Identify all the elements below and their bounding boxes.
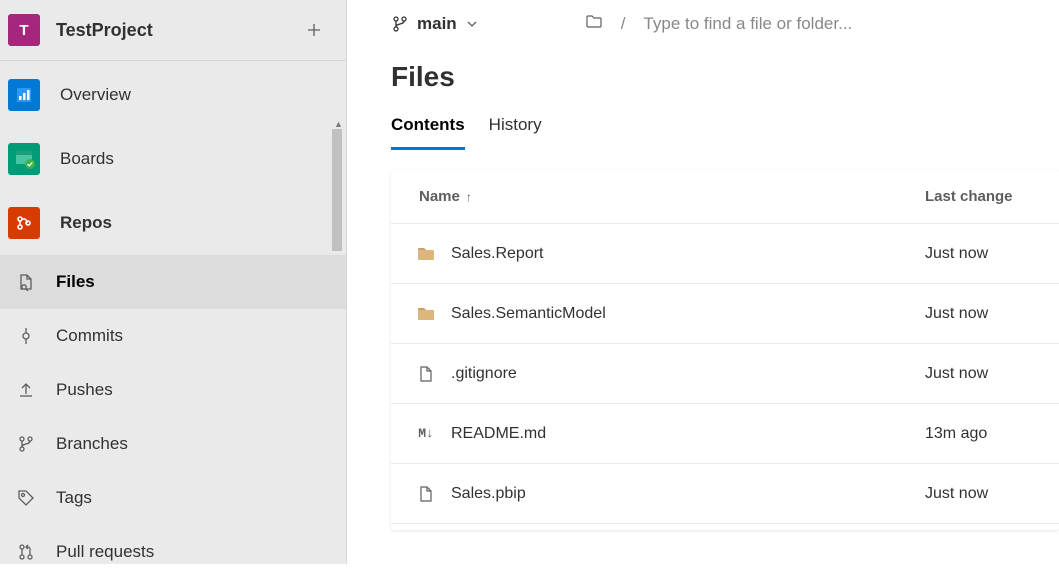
- table-header: Name ↑ Last change: [391, 170, 1059, 224]
- nav-label: Repos: [60, 213, 112, 233]
- folder-icon: [415, 244, 437, 264]
- nav-label: Overview: [60, 85, 131, 105]
- project-name[interactable]: TestProject: [56, 20, 300, 41]
- column-name[interactable]: Name ↑: [419, 188, 925, 205]
- file-date: Just now: [925, 365, 1035, 383]
- folder-icon: [415, 304, 437, 324]
- path-search-input[interactable]: [643, 14, 1039, 34]
- tabs: Contents History: [347, 103, 1059, 150]
- sidebar: T TestProject ▲ Overview Boards Re: [0, 0, 346, 564]
- chevron-down-icon: [465, 17, 479, 31]
- branch-name: main: [417, 14, 457, 34]
- table-row[interactable]: .gitignore Just now: [391, 344, 1059, 404]
- pull-requests-icon: [16, 542, 36, 562]
- plus-icon: [306, 22, 322, 38]
- nav-label: Branches: [56, 434, 128, 454]
- column-last-change[interactable]: Last change: [925, 188, 1035, 205]
- commits-icon: [16, 326, 36, 346]
- file-icon: [415, 365, 437, 383]
- breadcrumb-separator: /: [621, 14, 626, 34]
- file-name: Sales.SemanticModel: [451, 305, 606, 323]
- column-name-label: Name: [419, 188, 460, 205]
- folder-root-icon[interactable]: [585, 12, 603, 35]
- pushes-icon: [16, 380, 36, 400]
- nav-boards[interactable]: Boards: [0, 127, 346, 191]
- markdown-icon: M↓: [415, 426, 437, 441]
- boards-icon: [13, 148, 35, 170]
- repos-icon: [15, 214, 33, 232]
- file-date: Just now: [925, 245, 1035, 263]
- table-row[interactable]: Sales.pbip Just now: [391, 464, 1059, 524]
- tab-history[interactable]: History: [489, 115, 542, 150]
- subnav-commits[interactable]: Commits: [0, 309, 346, 363]
- file-date: Just now: [925, 305, 1035, 323]
- table-row[interactable]: Sales.SemanticModel Just now: [391, 284, 1059, 344]
- subnav-pushes[interactable]: Pushes: [0, 363, 346, 417]
- add-button[interactable]: [300, 16, 328, 44]
- main: main / Files Contents History Name ↑ Las…: [346, 0, 1059, 564]
- branches-icon: [16, 434, 36, 454]
- tags-icon: [16, 488, 36, 508]
- project-avatar[interactable]: T: [8, 14, 40, 46]
- nav-label: Pull requests: [56, 542, 154, 562]
- files-icon: [16, 272, 36, 292]
- nav: ▲ Overview Boards Repos File: [0, 61, 346, 579]
- subnav-pull-requests[interactable]: Pull requests: [0, 525, 346, 579]
- file-date: 13m ago: [925, 425, 1035, 443]
- nav-label: Pushes: [56, 380, 113, 400]
- file-name: README.md: [451, 425, 546, 443]
- file-name: .gitignore: [451, 365, 517, 383]
- file-icon: [415, 485, 437, 503]
- table-row[interactable]: M↓ README.md 13m ago: [391, 404, 1059, 464]
- file-date: Just now: [925, 485, 1035, 503]
- branch-icon: [391, 15, 409, 33]
- nav-label: Commits: [56, 326, 123, 346]
- file-name: Sales.pbip: [451, 485, 526, 503]
- nav-overview[interactable]: Overview: [0, 63, 346, 127]
- branch-picker[interactable]: main: [391, 14, 479, 34]
- tab-contents[interactable]: Contents: [391, 115, 465, 150]
- nav-label: Files: [56, 272, 95, 292]
- nav-repos[interactable]: Repos: [0, 191, 346, 255]
- file-table: Name ↑ Last change Sales.ReportJust nowS…: [391, 170, 1059, 530]
- subnav-tags[interactable]: Tags: [0, 471, 346, 525]
- table-row[interactable]: Sales.Report Just now: [391, 224, 1059, 284]
- file-name: Sales.Report: [451, 245, 544, 263]
- subnav-files[interactable]: Files: [0, 255, 346, 309]
- topbar: main /: [347, 0, 1059, 43]
- overview-icon: [15, 86, 33, 104]
- sidebar-header: T TestProject: [0, 0, 346, 61]
- nav-label: Boards: [60, 149, 114, 169]
- subnav-branches[interactable]: Branches: [0, 417, 346, 471]
- page-title: Files: [347, 43, 1059, 103]
- nav-label: Tags: [56, 488, 92, 508]
- sort-asc-icon: ↑: [466, 190, 472, 204]
